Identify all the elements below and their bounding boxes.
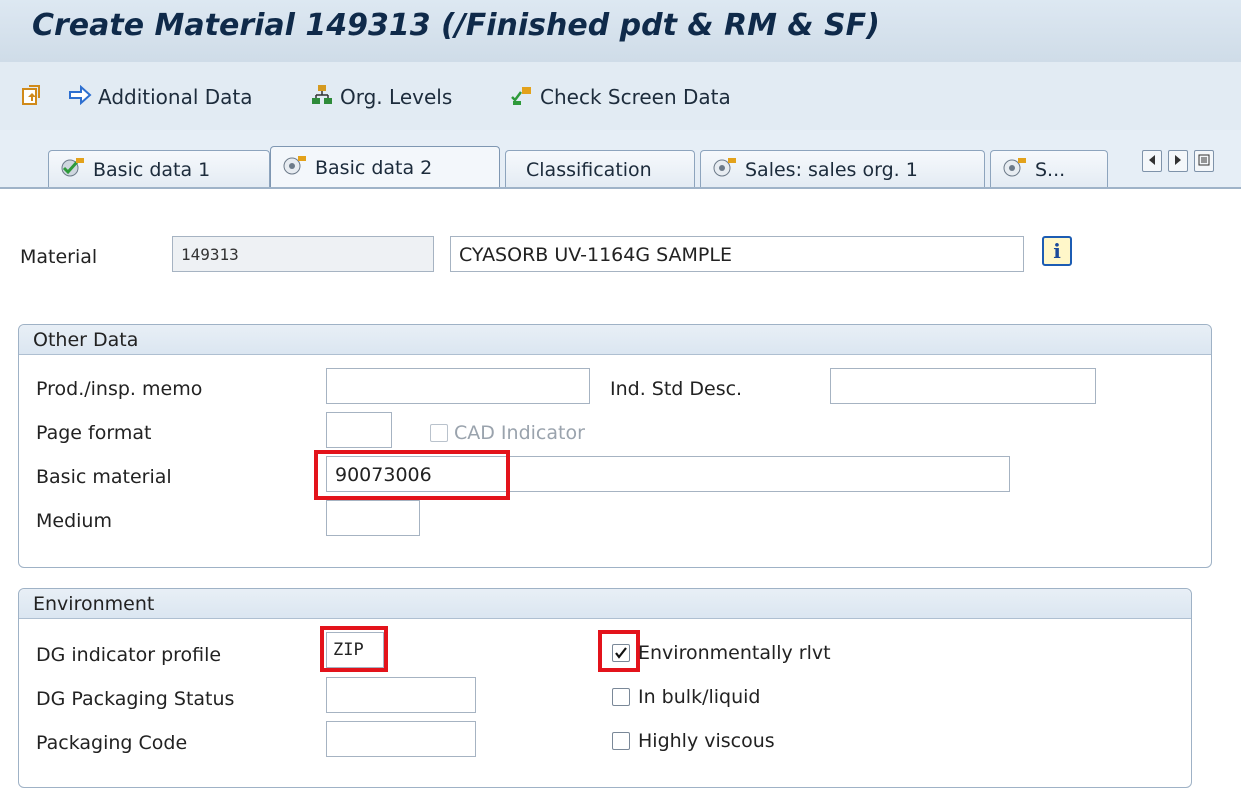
- ind-std-desc-field[interactable]: [830, 368, 1096, 404]
- in-bulk-liquid-checkbox[interactable]: [612, 688, 630, 706]
- other-data-title: Other Data: [19, 325, 1211, 355]
- prod-insp-memo-label: Prod./insp. memo: [36, 378, 203, 400]
- dg-packaging-status-field[interactable]: [326, 677, 476, 713]
- org-levels-label: Org. Levels: [340, 85, 453, 109]
- cad-indicator-label: CAD Indicator: [454, 422, 585, 444]
- page-format-label: Page format: [36, 422, 152, 444]
- application-toolbar: Additional Data Org. Levels Check Screen…: [0, 62, 1241, 131]
- info-icon: i: [1053, 239, 1061, 263]
- target-icon: [711, 156, 737, 183]
- scroll-tabs-left-button[interactable]: [1142, 150, 1162, 172]
- prod-insp-memo-field[interactable]: [326, 368, 590, 404]
- material-number-field: 149313: [172, 236, 434, 272]
- target-icon: [281, 154, 307, 181]
- page-format-field[interactable]: [326, 412, 392, 448]
- additional-data-label: Additional Data: [98, 85, 253, 109]
- additional-data-button[interactable]: Additional Data: [68, 84, 253, 110]
- tab-basic-data-1[interactable]: Basic data 1: [48, 150, 270, 188]
- highly-viscous-checkbox[interactable]: [612, 732, 630, 750]
- tab-label: Basic data 2: [315, 156, 433, 179]
- org-hierarchy-icon: [310, 83, 334, 112]
- green-check-icon: [59, 156, 85, 183]
- cad-indicator-checkbox[interactable]: [430, 424, 448, 442]
- highly-viscous-label: Highly viscous: [638, 730, 775, 752]
- medium-field[interactable]: [326, 500, 420, 536]
- window-title: Create Material 149313 (/Finished pdt & …: [32, 8, 880, 43]
- tab-label: S...: [1035, 158, 1066, 181]
- tab-sales-more[interactable]: S...: [990, 150, 1108, 188]
- basic-material-field[interactable]: 90073006: [326, 456, 1010, 492]
- scroll-tabs-right-button[interactable]: [1168, 150, 1188, 172]
- tab-strip: Basic data 1 Basic data 2 Classification…: [0, 130, 1241, 188]
- dg-packaging-status-label: DG Packaging Status: [36, 688, 235, 710]
- dg-indicator-profile-field[interactable]: ZIP: [326, 632, 384, 668]
- target-icon: [1001, 156, 1027, 183]
- tab-basic-data-2[interactable]: Basic data 2: [270, 146, 500, 188]
- in-bulk-liquid-label: In bulk/liquid: [638, 686, 761, 708]
- tab-list-icon: [1198, 154, 1210, 166]
- copy-from-button[interactable]: [20, 84, 44, 110]
- check-screen-data-button[interactable]: Check Screen Data: [510, 84, 731, 110]
- tab-sales-org-1[interactable]: Sales: sales org. 1: [700, 150, 985, 188]
- org-levels-button[interactable]: Org. Levels: [310, 84, 452, 110]
- tab-divider: [0, 187, 1241, 189]
- check-data-icon: [510, 83, 534, 112]
- material-description-field[interactable]: CYASORB UV-1164G SAMPLE: [450, 236, 1024, 272]
- tab-label: Classification: [526, 158, 652, 181]
- tab-classification[interactable]: Classification: [505, 150, 695, 188]
- check-screen-data-label: Check Screen Data: [540, 85, 731, 109]
- copy-from-icon: [20, 83, 44, 112]
- title-bar: Create Material 149313 (/Finished pdt & …: [0, 0, 1241, 62]
- environmentally-relevant-checkbox[interactable]: [612, 644, 630, 662]
- tab-list-button[interactable]: [1194, 150, 1214, 172]
- info-button[interactable]: i: [1042, 236, 1072, 266]
- material-label: Material: [20, 246, 98, 268]
- tab-label: Sales: sales org. 1: [745, 158, 918, 181]
- checkmark-icon: [615, 647, 627, 659]
- packaging-code-label: Packaging Code: [36, 732, 188, 754]
- arrow-right-icon: [68, 84, 92, 110]
- chevron-left-icon: [1149, 155, 1155, 165]
- packaging-code-field[interactable]: [326, 721, 476, 757]
- ind-std-desc-label: Ind. Std Desc.: [610, 378, 743, 400]
- other-data-group: Other Data: [18, 324, 1212, 568]
- chevron-right-icon: [1175, 155, 1181, 165]
- medium-label: Medium: [36, 510, 112, 532]
- environmentally-relevant-label: Environmentally rlvt: [638, 642, 831, 664]
- basic-material-label: Basic material: [36, 466, 172, 488]
- dg-indicator-profile-label: DG indicator profile: [36, 644, 222, 666]
- tab-label: Basic data 1: [93, 158, 211, 181]
- environment-title: Environment: [19, 589, 1191, 619]
